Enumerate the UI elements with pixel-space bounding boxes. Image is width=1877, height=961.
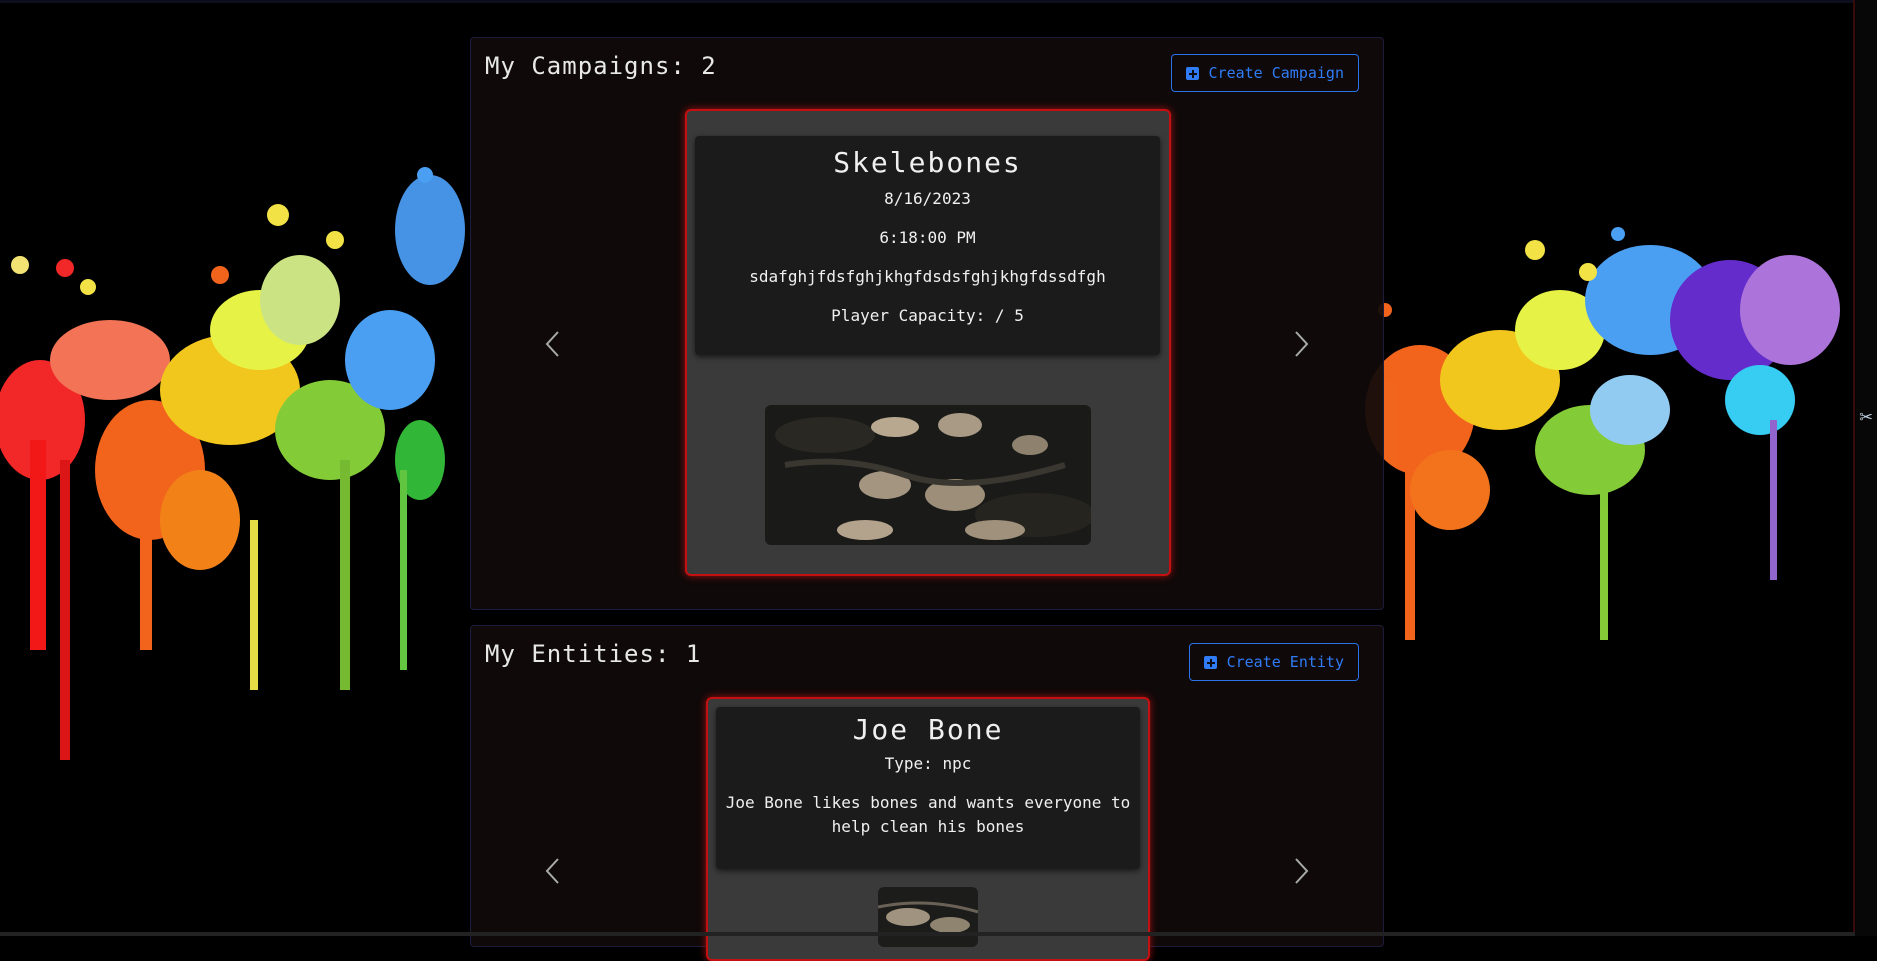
chevron-left-icon bbox=[545, 858, 559, 884]
campaign-card[interactable]: Skelebones 8/16/2023 6:18:00 PM sdafghjf… bbox=[685, 109, 1171, 576]
create-campaign-button[interactable]: Create Campaign bbox=[1170, 54, 1359, 92]
top-bar bbox=[0, 0, 1877, 3]
entity-prev-arrow[interactable] bbox=[539, 851, 569, 891]
plus-square-icon bbox=[1203, 655, 1217, 669]
entity-type: Type: npc bbox=[884, 754, 972, 773]
plus-square-icon bbox=[1185, 66, 1199, 80]
campaign-next-arrow[interactable] bbox=[1285, 324, 1315, 364]
entity-card-info: Joe Bone Type: npc Joe Bone likes bones … bbox=[716, 707, 1140, 869]
entities-panel: My Entities: 1 Create Entity Joe Bone Ty… bbox=[470, 625, 1384, 961]
create-entity-label: Create Entity bbox=[1226, 653, 1344, 671]
create-campaign-label: Create Campaign bbox=[1208, 64, 1344, 82]
entity-card[interactable]: Joe Bone Type: npc Joe Bone likes bones … bbox=[706, 697, 1150, 961]
bottom-bar bbox=[0, 932, 1855, 936]
campaign-prev-arrow[interactable] bbox=[539, 324, 569, 364]
entity-name: Joe Bone bbox=[852, 713, 1004, 746]
entity-description: Joe Bone likes bones and wants everyone … bbox=[725, 793, 1131, 836]
chevron-left-icon bbox=[545, 331, 559, 357]
entities-title: My Entities: 1 bbox=[485, 640, 702, 668]
campaign-description: sdafghjfdsfghjkhgfdsdsfghjkhgfdssdfgh bbox=[749, 267, 1106, 286]
entity-image bbox=[878, 887, 978, 947]
campaigns-title: My Campaigns: 2 bbox=[485, 52, 717, 80]
right-side-rail: ✂ bbox=[1853, 0, 1877, 936]
campaign-date: 8/16/2023 bbox=[884, 189, 971, 208]
scissors-icon[interactable]: ✂ bbox=[1855, 401, 1877, 435]
chevron-right-icon bbox=[1295, 858, 1309, 884]
campaign-card-info: Skelebones 8/16/2023 6:18:00 PM sdafghjf… bbox=[695, 136, 1160, 355]
entity-next-arrow[interactable] bbox=[1285, 851, 1315, 891]
create-entity-button[interactable]: Create Entity bbox=[1188, 643, 1359, 681]
campaigns-panel: My Campaigns: 2 Create Campaign Skelebon… bbox=[470, 37, 1384, 610]
campaign-name: Skelebones bbox=[833, 146, 1022, 179]
campaign-time: 6:18:00 PM bbox=[879, 228, 976, 247]
campaign-image bbox=[765, 405, 1091, 545]
campaign-capacity: Player Capacity: / 5 bbox=[831, 306, 1024, 325]
chevron-right-icon bbox=[1295, 331, 1309, 357]
